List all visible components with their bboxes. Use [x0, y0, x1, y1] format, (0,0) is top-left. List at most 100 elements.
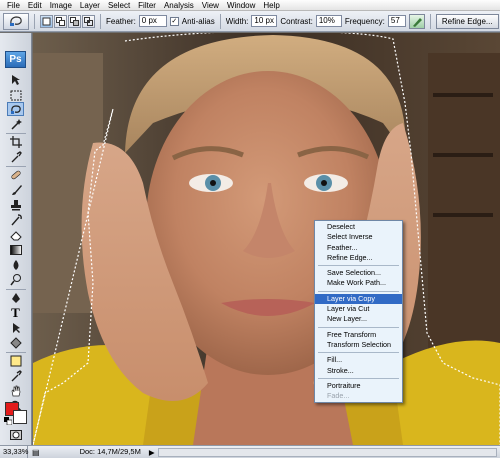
- default-colors-button[interactable]: [4, 417, 12, 425]
- menu-filter[interactable]: Filter: [134, 0, 160, 11]
- intersect-selection-button[interactable]: [82, 14, 95, 28]
- divider: [6, 352, 26, 353]
- menu-edit[interactable]: Edit: [24, 0, 46, 11]
- toolbox: Ps T: [0, 33, 32, 445]
- shape-tool[interactable]: [7, 336, 24, 350]
- add-selection-button[interactable]: [54, 14, 67, 28]
- eyedropper-tool[interactable]: [7, 150, 24, 164]
- quick-mask-icon: [9, 430, 22, 440]
- brush-icon: [11, 185, 22, 195]
- history-brush-icon: [10, 214, 22, 226]
- marquee-tool[interactable]: [7, 88, 24, 102]
- width-input[interactable]: 10 px: [251, 15, 278, 27]
- notes-tool[interactable]: [7, 354, 24, 368]
- ps-logo: Ps: [5, 51, 26, 68]
- menu-item-free-transform[interactable]: Free Transform: [315, 330, 402, 340]
- menu-item-feather[interactable]: Feather...: [315, 243, 402, 253]
- history-brush-tool[interactable]: [7, 213, 24, 227]
- subtract-selection-button[interactable]: [68, 14, 81, 28]
- divider: [6, 166, 26, 167]
- horizontal-scrollbar[interactable]: [157, 447, 497, 457]
- divider: [219, 13, 221, 29]
- contrast-input[interactable]: 10%: [315, 15, 342, 27]
- menu-file[interactable]: File: [3, 0, 24, 11]
- menu-layer[interactable]: Layer: [76, 0, 104, 11]
- pen-icon: [11, 293, 20, 303]
- menu-item-layer-via-cut[interactable]: Layer via Cut: [315, 304, 402, 314]
- menu-analysis[interactable]: Analysis: [160, 0, 198, 11]
- menu-divider: [318, 265, 399, 267]
- status-bar: 33,33% ▤ Doc: 14,7M/29,5M ▶: [0, 445, 500, 458]
- move-tool[interactable]: [7, 73, 24, 87]
- menu-item-new-layer[interactable]: New Layer...: [315, 314, 402, 324]
- menu-item-fade: Fade...: [327, 391, 350, 401]
- gradient-tool[interactable]: [7, 243, 24, 257]
- magic-wand-tool[interactable]: [7, 117, 24, 131]
- menu-help[interactable]: Help: [259, 0, 283, 11]
- status-arrow-icon[interactable]: ▶: [149, 448, 155, 457]
- quick-mask-button[interactable]: [7, 428, 24, 442]
- document-canvas[interactable]: [33, 33, 500, 445]
- clone-stamp-tool[interactable]: [7, 198, 24, 212]
- feather-input[interactable]: 0 px: [138, 15, 167, 27]
- note-icon: [10, 355, 21, 367]
- status-menu-icon[interactable]: ▤: [32, 448, 40, 457]
- menu-item-make-work-path[interactable]: Make Work Path...: [315, 278, 402, 288]
- menu-item-fill[interactable]: Fill...: [315, 355, 402, 365]
- divider: [6, 289, 26, 290]
- antialias-label: Anti-alias: [181, 16, 215, 26]
- pen-tool[interactable]: [7, 291, 24, 305]
- document-size: Doc: 14,7M/29,5M: [79, 447, 141, 456]
- menu-image[interactable]: Image: [46, 0, 76, 11]
- healing-brush-tool[interactable]: [7, 168, 24, 182]
- frequency-input[interactable]: 57: [387, 15, 406, 27]
- menu-item-select-inverse[interactable]: Select Inverse: [315, 232, 402, 242]
- divider: [34, 13, 35, 29]
- new-selection-button[interactable]: [40, 14, 53, 28]
- shape-icon: [9, 337, 22, 349]
- tool-preset-picker[interactable]: [3, 12, 29, 30]
- menu-divider: [318, 352, 399, 354]
- brush-tool[interactable]: [7, 183, 24, 197]
- menu-item-portraiture[interactable]: Portraiture: [315, 381, 402, 391]
- hand-tool[interactable]: [7, 384, 24, 398]
- options-bar: Feather: 0 px ✓ Anti-alias Width: 10 px …: [0, 11, 500, 32]
- antialias-checkbox[interactable]: ✓: [169, 16, 179, 26]
- menu-bar: File Edit Image Layer Select Filter Anal…: [0, 0, 500, 11]
- lasso-tool[interactable]: [7, 102, 24, 116]
- feather-label: Feather:: [106, 16, 136, 26]
- magnetic-lasso-icon: [10, 16, 22, 26]
- bandage-icon: [10, 170, 21, 180]
- menu-item-transform-selection[interactable]: Transform Selection: [315, 340, 402, 350]
- menu-window[interactable]: Window: [223, 0, 259, 11]
- menu-item-layer-via-copy[interactable]: Layer via Copy: [315, 293, 402, 305]
- eyedropper-sample-tool[interactable]: [7, 369, 24, 383]
- menu-item-deselect[interactable]: Deselect: [315, 222, 402, 232]
- dodge-tool[interactable]: [7, 273, 24, 287]
- menu-item-save-selection[interactable]: Save Selection...: [315, 268, 402, 278]
- type-tool[interactable]: T: [7, 306, 24, 320]
- menu-select[interactable]: Select: [104, 0, 134, 11]
- pen-pressure-icon: [412, 17, 422, 27]
- path-selection-tool[interactable]: [7, 321, 24, 335]
- crop-icon: [9, 136, 22, 148]
- menu-divider: [318, 377, 399, 379]
- magic-wand-icon: [10, 119, 22, 130]
- refine-edge-button[interactable]: Refine Edge...: [435, 13, 499, 29]
- zoom-level[interactable]: 33,33%: [0, 445, 28, 458]
- magnetic-lasso-icon: [10, 104, 21, 114]
- menu-item-refine-edge[interactable]: Refine Edge...: [315, 253, 402, 263]
- background-color-swatch[interactable]: [13, 410, 27, 424]
- eyedropper-icon: [11, 370, 22, 382]
- context-menu: Deselect Select Inverse Feather... Refin…: [314, 220, 403, 404]
- eraser-tool[interactable]: [7, 228, 24, 242]
- blur-tool[interactable]: [7, 258, 24, 272]
- menu-item-stroke[interactable]: Stroke...: [315, 366, 402, 376]
- menu-view[interactable]: View: [198, 0, 223, 11]
- subtract-selection-icon: [70, 16, 79, 26]
- tablet-pressure-button[interactable]: [408, 13, 425, 29]
- contrast-label: Contrast:: [280, 16, 313, 26]
- crop-tool[interactable]: [7, 135, 24, 149]
- marquee-icon: [10, 90, 21, 100]
- blur-drop-icon: [13, 260, 18, 270]
